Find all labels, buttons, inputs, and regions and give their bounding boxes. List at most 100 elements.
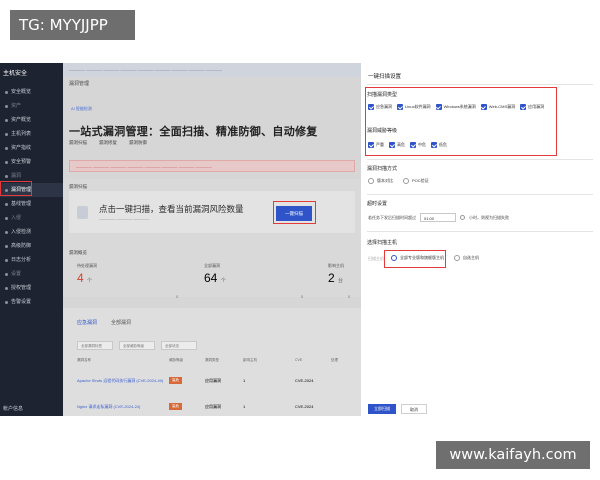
radio-version-compare[interactable]: 版本对比: [368, 178, 393, 184]
vuln-name-link[interactable]: Apache Struts 远程代码执行漏洞 (CVE-2024-40): [77, 378, 169, 384]
host-title: 选择扫描主机: [367, 240, 398, 246]
sidebar-item[interactable]: 基线管理: [0, 197, 63, 211]
scan-button-highlight-box: [273, 201, 316, 224]
sidebar-logo: 主机安全: [3, 71, 28, 77]
bullet-icon: [5, 216, 8, 220]
sidebar: 主机安全 安全概览 资产 资产概览 主机列表 资产指纹 安全预警 漏洞 漏洞管理 基线管理 入侵入…: [0, 63, 63, 416]
sidebar-item-label: 资产指纹: [11, 145, 32, 151]
table-header: 漏洞名称 威胁等级 漏洞类型 影响主机 CVE 处理: [77, 358, 361, 363]
radio-poc[interactable]: POC验证: [403, 178, 429, 184]
drawer-title: 一键扫描设置: [368, 74, 402, 80]
stat-caption: 全部漏洞: [204, 263, 220, 268]
tab-emergency[interactable]: 应急漏洞: [77, 319, 97, 326]
sidebar-item-label: 资产: [11, 103, 22, 109]
filter-bar: 全部漏洞标签 全部威胁等级 全部状态: [77, 341, 197, 350]
level-cell: 高危: [169, 403, 205, 410]
radio-icon: [403, 178, 409, 184]
sidebar-item[interactable]: 日志分析: [0, 253, 63, 267]
main-content: ———— ———— ———— ———— ———— ———— ———— ———— …: [63, 63, 361, 416]
sidebar-item-label: 入侵检测: [11, 229, 32, 235]
filter-level-select[interactable]: 全部威胁等级: [119, 341, 155, 350]
method-title: 漏洞扫描方式: [367, 166, 398, 172]
sidebar-item: 设置: [0, 267, 63, 281]
col-level: 威胁等级: [169, 358, 183, 362]
bullet-icon: [5, 272, 8, 276]
bullet-icon: [5, 104, 8, 108]
bullet-icon: [5, 202, 8, 206]
divider: [367, 194, 593, 195]
host-prefix: 扫描主机: [368, 256, 384, 261]
table-row[interactable]: Nginx 请求走私漏洞 (CVE-2024-24) 高危 应用漏洞 1 CVE…: [77, 403, 361, 410]
divider: [367, 159, 593, 160]
page-title: 漏洞管理: [69, 81, 90, 87]
sidebar-footer[interactable]: 帐户信息: [3, 405, 23, 412]
site-watermark: www.kaifayh.com: [436, 441, 590, 469]
bullet-icon: [5, 132, 8, 136]
timeout-input[interactable]: 01:00: [420, 213, 456, 222]
bullet-icon: [5, 90, 8, 94]
stat-caption: 待处理漏洞: [77, 263, 97, 268]
col-cve: CVE: [295, 358, 303, 362]
sidebar-item[interactable]: 资产指纹: [0, 141, 63, 155]
cancel-button[interactable]: 取消: [401, 404, 427, 414]
stat-foot: 0: [348, 294, 351, 299]
stat-foot: 0: [176, 294, 179, 299]
sidebar-item-label: 基线管理: [11, 201, 32, 207]
sidebar-item[interactable]: 安全概览: [0, 85, 63, 99]
bullet-icon: [5, 160, 8, 164]
notice-bar: ———— ———— ———— ———— ———— ———— ———— ———— …: [63, 63, 361, 77]
sidebar-item[interactable]: 告警设置: [0, 295, 63, 309]
sidebar-item-label: 资产概览: [11, 117, 32, 123]
sidebar-item: 入侵: [0, 211, 63, 225]
sidebar-item-label: 告警设置: [11, 299, 32, 305]
radio-icon: [368, 178, 374, 184]
sidebar-item[interactable]: 资产概览: [0, 113, 63, 127]
severity-badge: 高危: [169, 403, 182, 410]
method-group: 版本对比 POC验证: [368, 178, 429, 184]
bullet-icon: [5, 258, 8, 262]
filter-tag-select[interactable]: 全部漏洞标签: [77, 341, 113, 350]
tab-all[interactable]: 全部漏洞: [111, 319, 131, 326]
bullet-icon: [5, 174, 8, 178]
hero-tab-scan[interactable]: 漏洞扫描: [69, 140, 87, 146]
cve-cell: CVE-2024: [295, 404, 314, 409]
ai-detect-badge: AI 智能检测: [71, 106, 92, 111]
level-cell: 高危: [169, 377, 205, 384]
sidebar-item-label: 安全概览: [11, 89, 32, 95]
divider: [367, 84, 593, 85]
sidebar-item[interactable]: 高级防御: [0, 239, 63, 253]
host-highlight-box: [384, 250, 446, 268]
stat-pending: 待处理漏洞 4 个: [77, 263, 97, 285]
stat-hosts: 影响主机 2 台: [328, 263, 344, 285]
sidebar-menu: 安全概览 资产 资产概览 主机列表 资产指纹 安全预警 漏洞 漏洞管理 基线管理 入侵 入侵检测 高级…: [0, 85, 63, 309]
sidebar-item-label: 授权管理: [11, 285, 32, 291]
scan-prompt-text: 点击一键扫描，查看当前漏洞风险数量: [99, 204, 244, 214]
stat-value: 2 台: [328, 271, 344, 285]
bullet-icon: [5, 230, 8, 234]
timeout-row: 若任务下发后扫描时间超过 01:00 小时，则视为扫描失败: [368, 213, 509, 222]
col-type: 漏洞类型: [205, 358, 219, 362]
hero-tab-defend[interactable]: 漏洞防御: [129, 140, 147, 146]
sidebar-item[interactable]: 主机列表: [0, 127, 63, 141]
hero-tab-fix[interactable]: 漏洞修复: [99, 140, 117, 146]
sidebar-item[interactable]: 安全预警: [0, 155, 63, 169]
cve-cell: CVE-2024: [295, 378, 314, 383]
bullet-icon: [5, 286, 8, 290]
host-cell: 1: [243, 404, 246, 409]
stat-all: 全部漏洞 64 个: [204, 263, 226, 285]
sidebar-item[interactable]: 入侵检测: [0, 225, 63, 239]
col-action: 处理: [331, 358, 338, 362]
bullet-icon: [5, 300, 8, 304]
overview-label: 漏洞概览: [69, 250, 87, 255]
timeout-title: 超时设置: [367, 201, 388, 207]
sidebar-highlight-box: [0, 181, 32, 196]
table-row[interactable]: Apache Struts 远程代码执行漏洞 (CVE-2024-40) 高危 …: [77, 377, 361, 384]
sidebar-item-label: 设置: [11, 271, 22, 277]
sidebar-item[interactable]: 授权管理: [0, 281, 63, 295]
channel-tag: TG: MYYJJPP: [10, 10, 135, 40]
timeout-suffix: 小时，则视为扫描失败: [469, 214, 509, 220]
vuln-name-link[interactable]: Nginx 请求走私漏洞 (CVE-2024-24): [77, 404, 169, 410]
start-scan-button[interactable]: 立即扫描: [368, 404, 396, 414]
radio-custom-hosts[interactable]: 自选主机: [454, 255, 479, 261]
filter-status-select[interactable]: 全部状态: [161, 341, 197, 350]
